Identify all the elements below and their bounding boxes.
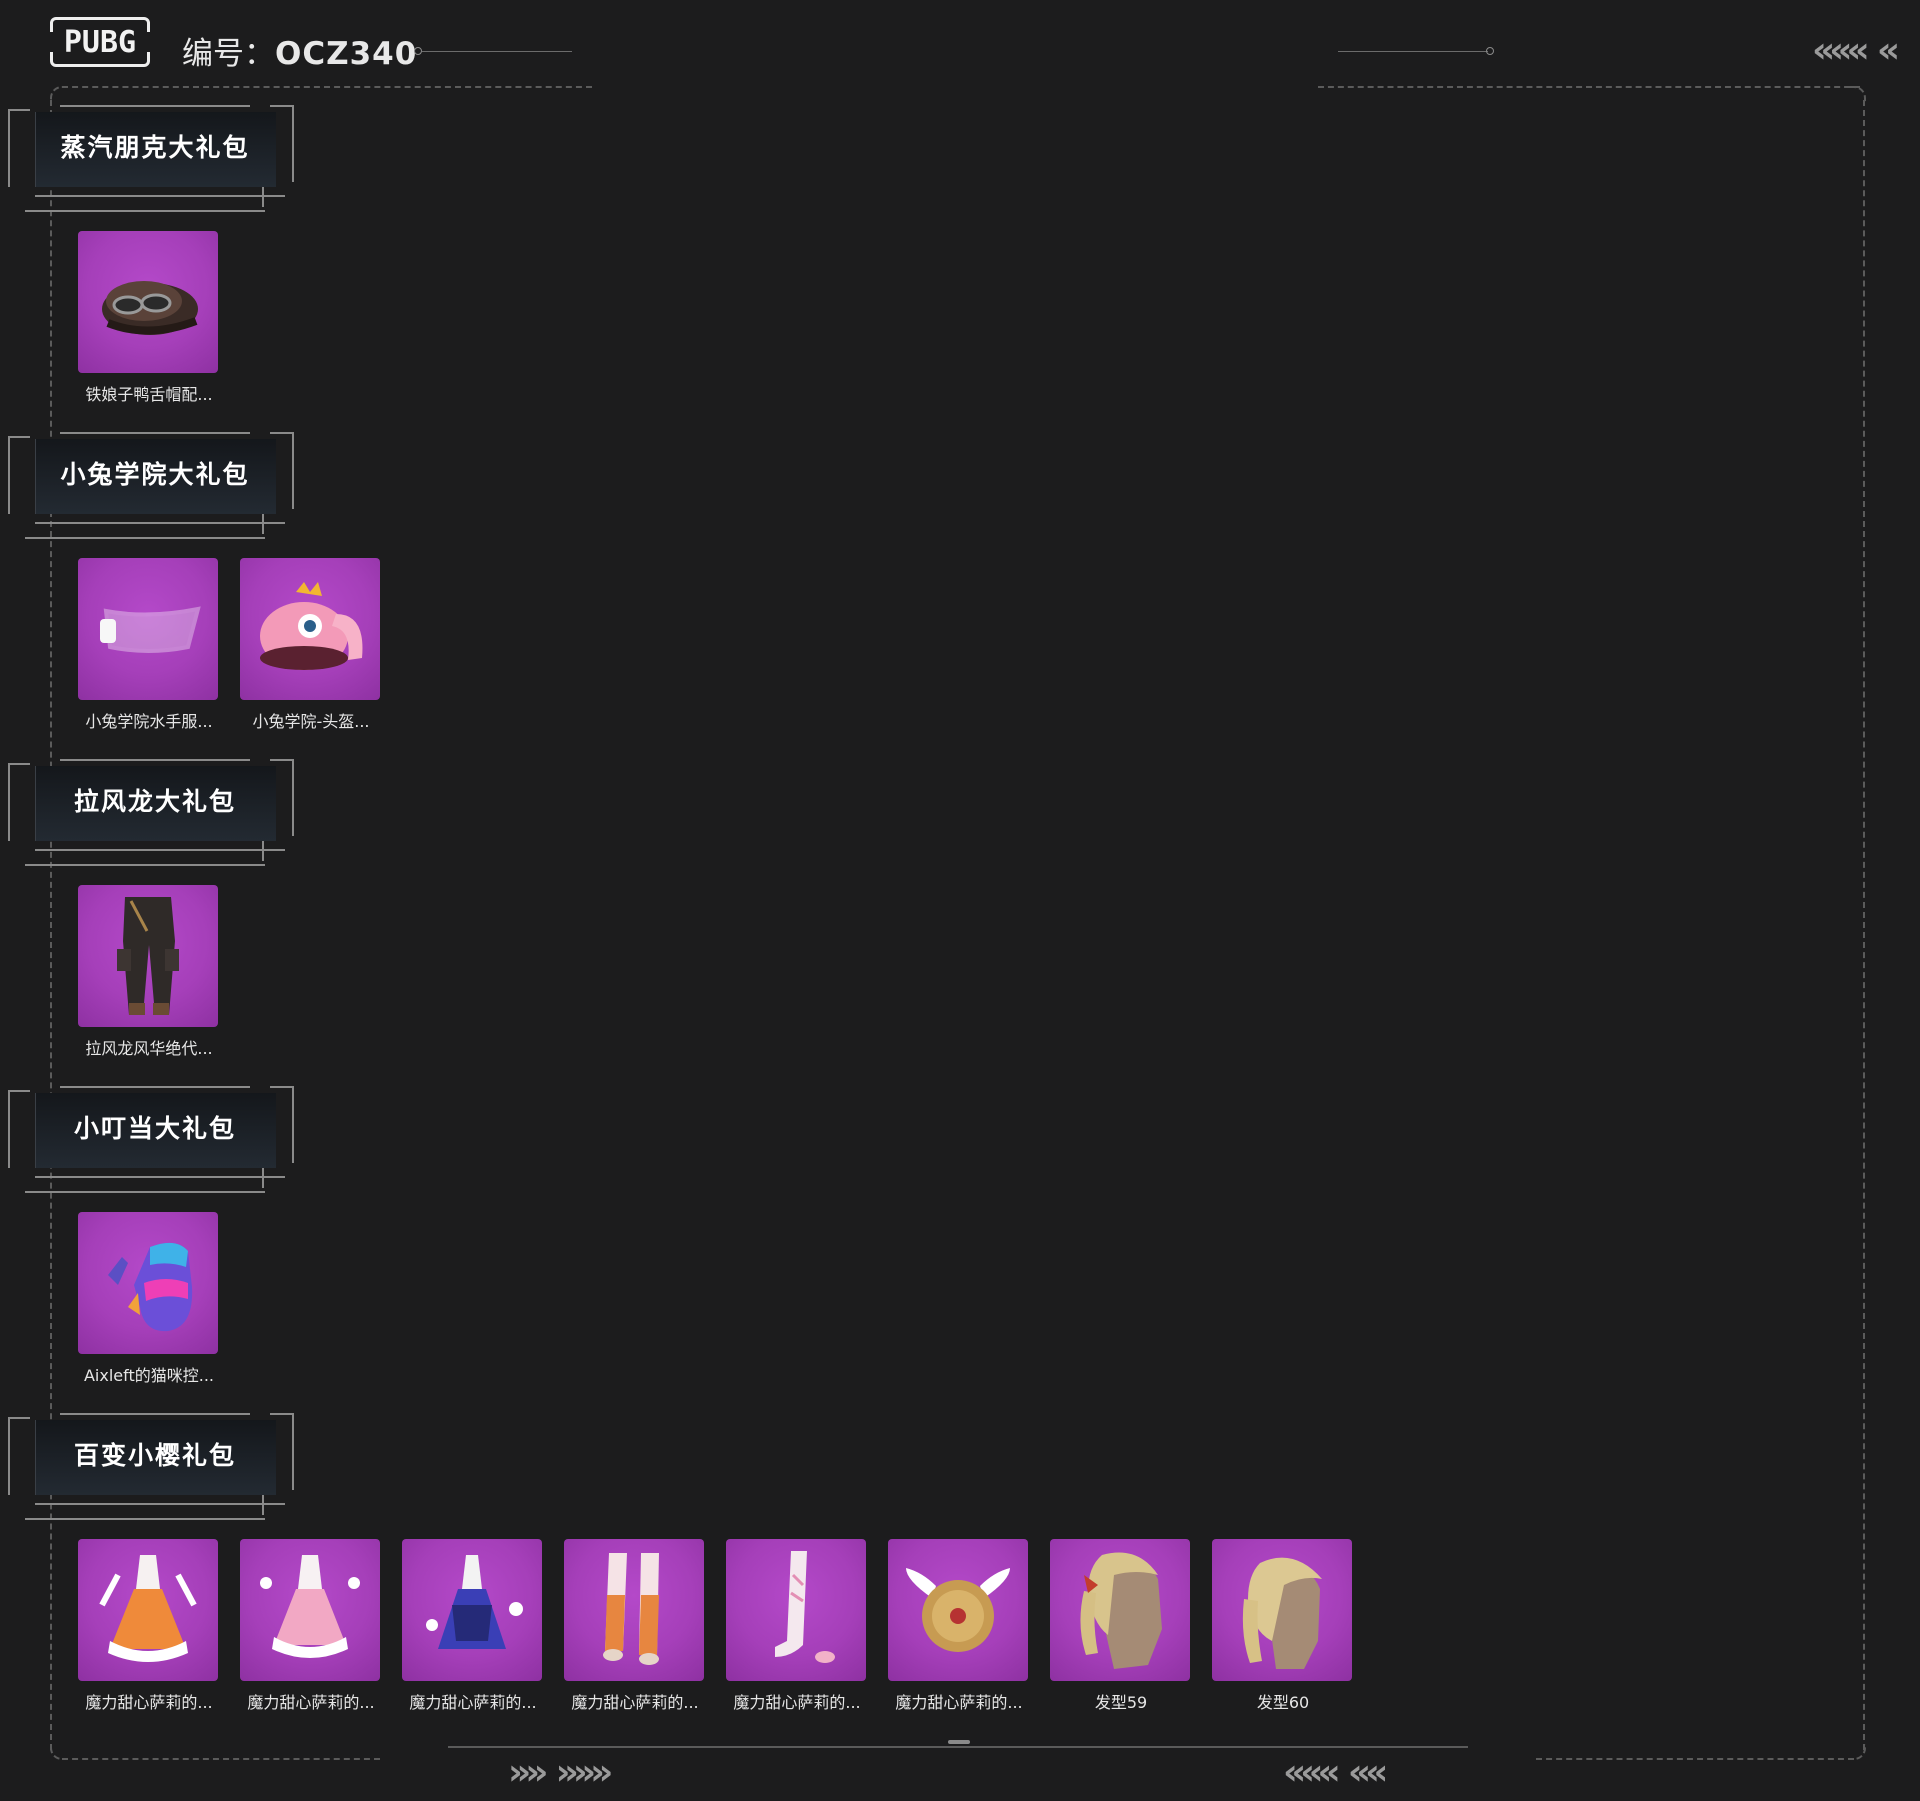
footer-line [448, 1746, 1468, 1748]
boots-pink-icon [726, 1539, 866, 1681]
section-header-dragon: 拉风龙大礼包 [0, 746, 300, 866]
item-card[interactable]: 小兔学院-头盔... [240, 558, 382, 732]
frame-top-left [62, 86, 592, 88]
item-card[interactable]: 魔力甜心萨莉的... [726, 1539, 868, 1713]
item-label: 发型60 [1256, 1693, 1310, 1712]
bunny-helmet-icon [240, 558, 380, 700]
item-card[interactable]: 发型60 [1212, 1539, 1354, 1713]
item-card[interactable]: 魔力甜心萨莉的... [240, 1539, 382, 1713]
dress-orange-icon [78, 1539, 218, 1681]
connector-dot [1486, 47, 1494, 55]
dress-blue-icon [402, 1539, 542, 1681]
section-title: 百变小樱礼包 [73, 1441, 236, 1470]
chevrons-left-icon: ««« « [1812, 30, 1900, 71]
hairstyle-icon [1050, 1539, 1190, 1681]
gloves-icon [78, 1212, 218, 1354]
pubg-logo: PUBG [47, 17, 153, 67]
section-title: 拉风龙大礼包 [73, 787, 236, 816]
item-card[interactable]: 发型59 [1050, 1539, 1192, 1713]
header-line-left [422, 51, 572, 52]
item-card[interactable]: 拉风龙风华绝代... [78, 885, 220, 1059]
boots-orange-icon [564, 1539, 704, 1681]
section-header-tinkerbell: 小叮当大礼包 [0, 1073, 300, 1193]
item-label: 铁娘子鸭舌帽配... [85, 385, 213, 404]
connector-dot [414, 47, 422, 55]
item-label: 魔力甜心萨莉的... [733, 1693, 861, 1712]
dress-pink-icon [240, 1539, 380, 1681]
item-label: 魔力甜心萨莉的... [85, 1693, 213, 1712]
item-card[interactable]: 魔力甜心萨莉的... [78, 1539, 220, 1713]
item-label: 拉风龙风华绝代... [85, 1039, 213, 1058]
item-label: 魔力甜心萨莉的... [409, 1693, 537, 1712]
section-title: 蒸汽朋克大礼包 [60, 133, 250, 162]
section-title: 小叮当大礼包 [73, 1114, 236, 1143]
chevrons-left-icon: ««« «« [1283, 1752, 1388, 1793]
chevrons-right-icon: »» »»» [508, 1752, 613, 1793]
frame-top-right [1318, 86, 1860, 88]
section-title: 小兔学院大礼包 [60, 460, 250, 489]
frame-bottom-right [1536, 1758, 1854, 1760]
header-line-right [1338, 51, 1488, 52]
item-card[interactable]: 魔力甜心萨莉的... [564, 1539, 706, 1713]
item-card[interactable]: 小兔学院水手服... [78, 558, 220, 732]
item-label: 小兔学院水手服... [85, 712, 213, 731]
section-header-sakura: 百变小樱礼包 [0, 1400, 300, 1520]
account-code: 编号：OCZ340 [182, 36, 418, 72]
item-label: 魔力甜心萨莉的... [571, 1693, 699, 1712]
item-label: 发型59 [1094, 1693, 1148, 1712]
item-label: 魔力甜心萨莉的... [247, 1693, 375, 1712]
frame-right [1863, 100, 1865, 1750]
scroll-indicator [948, 1740, 970, 1744]
item-label: 小兔学院-头盔... [252, 712, 370, 731]
section-header-steampunk: 蒸汽朋克大礼包 [0, 92, 300, 212]
hairstyle-icon [1212, 1539, 1352, 1681]
item-card[interactable]: 魔力甜心萨莉的... [888, 1539, 1030, 1713]
cap-icon [78, 231, 218, 373]
item-card[interactable]: 魔力甜心萨莉的... [402, 1539, 544, 1713]
winged-backpack-icon [888, 1539, 1028, 1681]
pants-icon [78, 885, 218, 1027]
item-card[interactable]: Aixleft的猫咪控... [78, 1212, 220, 1386]
mask-icon [78, 558, 218, 700]
item-label: 魔力甜心萨莉的... [895, 1693, 1023, 1712]
frame-bottom-left [62, 1758, 380, 1760]
section-header-bunny-academy: 小兔学院大礼包 [0, 419, 300, 539]
item-card[interactable]: 铁娘子鸭舌帽配... [78, 231, 220, 405]
item-label: Aixleft的猫咪控... [83, 1366, 215, 1385]
